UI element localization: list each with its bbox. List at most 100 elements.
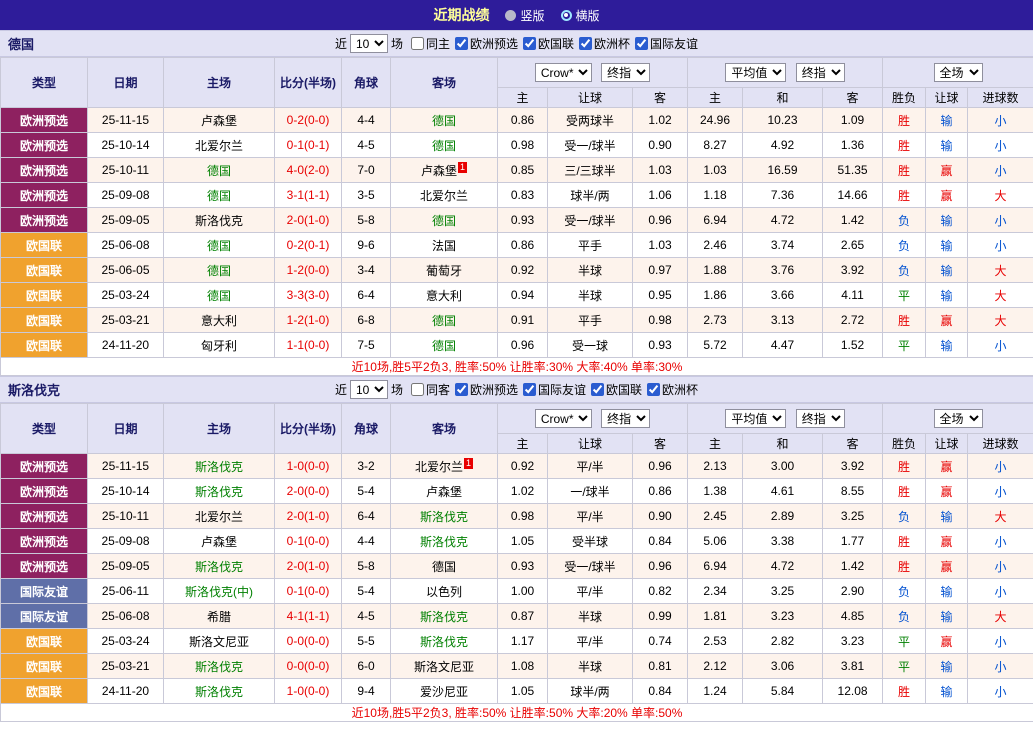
- away-team-name[interactable]: 德国: [432, 114, 456, 128]
- red-card-icon: 1: [458, 162, 467, 173]
- home-team-name[interactable]: 卢森堡: [201, 114, 237, 128]
- match-row: 国际友谊25-06-11斯洛伐克(中)0-1(0-0)5-4以色列1.00平/半…: [1, 579, 1033, 604]
- away-team-name[interactable]: 德国: [432, 560, 456, 574]
- asian-final-select[interactable]: 终指: [601, 63, 650, 82]
- filter-checkbox-same-away[interactable]: 同客: [411, 381, 450, 398]
- away-team-name[interactable]: 意大利: [426, 289, 462, 303]
- away-team-name[interactable]: 爱沙尼亚: [420, 685, 468, 699]
- filter-checkbox-friendly[interactable]: 国际友谊: [523, 381, 586, 398]
- home-team-name[interactable]: 卢森堡: [201, 535, 237, 549]
- scope-select[interactable]: 全场: [934, 409, 983, 428]
- bookmaker-select[interactable]: Crow*: [535, 63, 592, 82]
- filter-checkbox-input[interactable]: [647, 383, 660, 396]
- asian-final-select[interactable]: 终指: [601, 409, 650, 428]
- home-team-name[interactable]: 斯洛伐克: [195, 485, 243, 499]
- home-team-name[interactable]: 斯洛文尼亚: [189, 635, 249, 649]
- home-team-name[interactable]: 斯洛伐克: [195, 560, 243, 574]
- filter-checkbox-nations-league[interactable]: 欧国联: [523, 35, 574, 52]
- euro-draw-odds: 3.76: [743, 258, 823, 283]
- euro-draw-odds: 4.61: [743, 479, 823, 504]
- away-team-name[interactable]: 以色列: [426, 585, 462, 599]
- away-team-name[interactable]: 斯洛伐克: [420, 635, 468, 649]
- away-team-name[interactable]: 北爱尔兰: [420, 189, 468, 203]
- match-date: 25-10-11: [88, 158, 164, 183]
- filter-checkbox-euro-qualifiers[interactable]: 欧洲预选: [455, 35, 518, 52]
- away-team-name[interactable]: 卢森堡: [426, 485, 462, 499]
- handicap-line: 平/半: [548, 579, 633, 604]
- col-corner: 角球: [342, 404, 391, 454]
- handicap-line: 半球: [548, 283, 633, 308]
- euro-avg-select[interactable]: 平均值: [725, 63, 786, 82]
- euro-avg-select[interactable]: 平均值: [725, 409, 786, 428]
- match-date: 25-03-21: [88, 654, 164, 679]
- away-team-name[interactable]: 卢森堡: [421, 164, 457, 178]
- match-row: 欧国联25-03-21意大利1-2(1-0)6-8德国0.91平手0.982.7…: [1, 308, 1033, 333]
- away-team-name[interactable]: 德国: [432, 214, 456, 228]
- away-team-name[interactable]: 德国: [432, 314, 456, 328]
- filter-checkbox-input[interactable]: [635, 37, 648, 50]
- home-team-name[interactable]: 匈牙利: [201, 339, 237, 353]
- full-time-result: 胜: [883, 108, 926, 133]
- filter-checkbox-euro-cup[interactable]: 欧洲杯: [647, 381, 698, 398]
- home-team-name[interactable]: 北爱尔兰: [195, 139, 243, 153]
- asian-home-odds: 1.17: [498, 629, 548, 654]
- recent-count-select[interactable]: 10: [350, 380, 388, 399]
- away-team-name[interactable]: 斯洛伐克: [420, 510, 468, 524]
- summary-row: 近10场,胜5平2负3, 胜率:50% 让胜率:50% 大率:20% 单率:50…: [1, 704, 1033, 722]
- home-team-name[interactable]: 斯洛伐克: [195, 685, 243, 699]
- euro-home-odds: 2.53: [688, 629, 743, 654]
- filter-checkbox-input[interactable]: [455, 383, 468, 396]
- home-team-name[interactable]: 希腊: [207, 610, 231, 624]
- filter-checkbox-euro-cup[interactable]: 欧洲杯: [579, 35, 630, 52]
- home-team-name[interactable]: 德国: [207, 189, 231, 203]
- filter-checkbox-input[interactable]: [455, 37, 468, 50]
- home-team-name[interactable]: 意大利: [201, 314, 237, 328]
- away-team-name[interactable]: 斯洛伐克: [420, 535, 468, 549]
- filter-checkbox-input[interactable]: [523, 383, 536, 396]
- euro-final-select[interactable]: 终指: [796, 63, 845, 82]
- match-score: 0-1(0-0): [275, 529, 342, 554]
- away-team-name[interactable]: 法国: [432, 239, 456, 253]
- home-team-name[interactable]: 德国: [207, 239, 231, 253]
- full-time-result: 胜: [883, 183, 926, 208]
- asian-home-odds: 0.85: [498, 158, 548, 183]
- home-team-name[interactable]: 斯洛伐克: [195, 660, 243, 674]
- layout-radio-vertical[interactable]: 竖版: [505, 7, 544, 24]
- home-team-name[interactable]: 斯洛伐克(中): [185, 585, 253, 599]
- filter-checkbox-euro-qualifiers[interactable]: 欧洲预选: [455, 381, 518, 398]
- full-time-result: 负: [883, 233, 926, 258]
- filter-checkbox-nations-league[interactable]: 欧国联: [591, 381, 642, 398]
- away-team-name[interactable]: 北爱尔兰: [415, 460, 463, 474]
- away-team-cell: 德国: [391, 308, 498, 333]
- away-team-name[interactable]: 斯洛伐克: [420, 610, 468, 624]
- layout-radio-horizontal[interactable]: 横版: [561, 7, 600, 24]
- euro-final-select[interactable]: 终指: [796, 409, 845, 428]
- handicap-result: 输: [926, 604, 968, 629]
- filter-checkbox-input[interactable]: [523, 37, 536, 50]
- home-team-name[interactable]: 斯洛伐克: [195, 460, 243, 474]
- filter-checkbox-same-home[interactable]: 同主: [411, 35, 450, 52]
- away-team-name[interactable]: 葡萄牙: [426, 264, 462, 278]
- recent-count-select[interactable]: 10: [350, 34, 388, 53]
- filter-checkbox-input[interactable]: [591, 383, 604, 396]
- filter-checkbox-input[interactable]: [579, 37, 592, 50]
- match-type-badge: 欧国联: [1, 333, 88, 358]
- filter-checkbox-input[interactable]: [411, 37, 424, 50]
- filter-checkbox-input[interactable]: [411, 383, 424, 396]
- scope-select[interactable]: 全场: [934, 63, 983, 82]
- home-team-name[interactable]: 德国: [207, 289, 231, 303]
- col-asian-home: 主: [498, 434, 548, 454]
- home-team-name[interactable]: 斯洛伐克: [195, 214, 243, 228]
- euro-away-odds: 2.90: [823, 579, 883, 604]
- away-team-name[interactable]: 斯洛文尼亚: [414, 660, 474, 674]
- filter-checkbox-label: 国际友谊: [650, 35, 698, 52]
- bookmaker-select[interactable]: Crow*: [535, 409, 592, 428]
- home-team-name[interactable]: 北爱尔兰: [195, 510, 243, 524]
- home-team-name[interactable]: 德国: [207, 164, 231, 178]
- filter-checkbox-friendly[interactable]: 国际友谊: [635, 35, 698, 52]
- away-team-name[interactable]: 德国: [432, 139, 456, 153]
- home-team-name[interactable]: 德国: [207, 264, 231, 278]
- match-score: 1-1(0-0): [275, 333, 342, 358]
- away-team-name[interactable]: 德国: [432, 339, 456, 353]
- away-team-cell: 斯洛文尼亚: [391, 654, 498, 679]
